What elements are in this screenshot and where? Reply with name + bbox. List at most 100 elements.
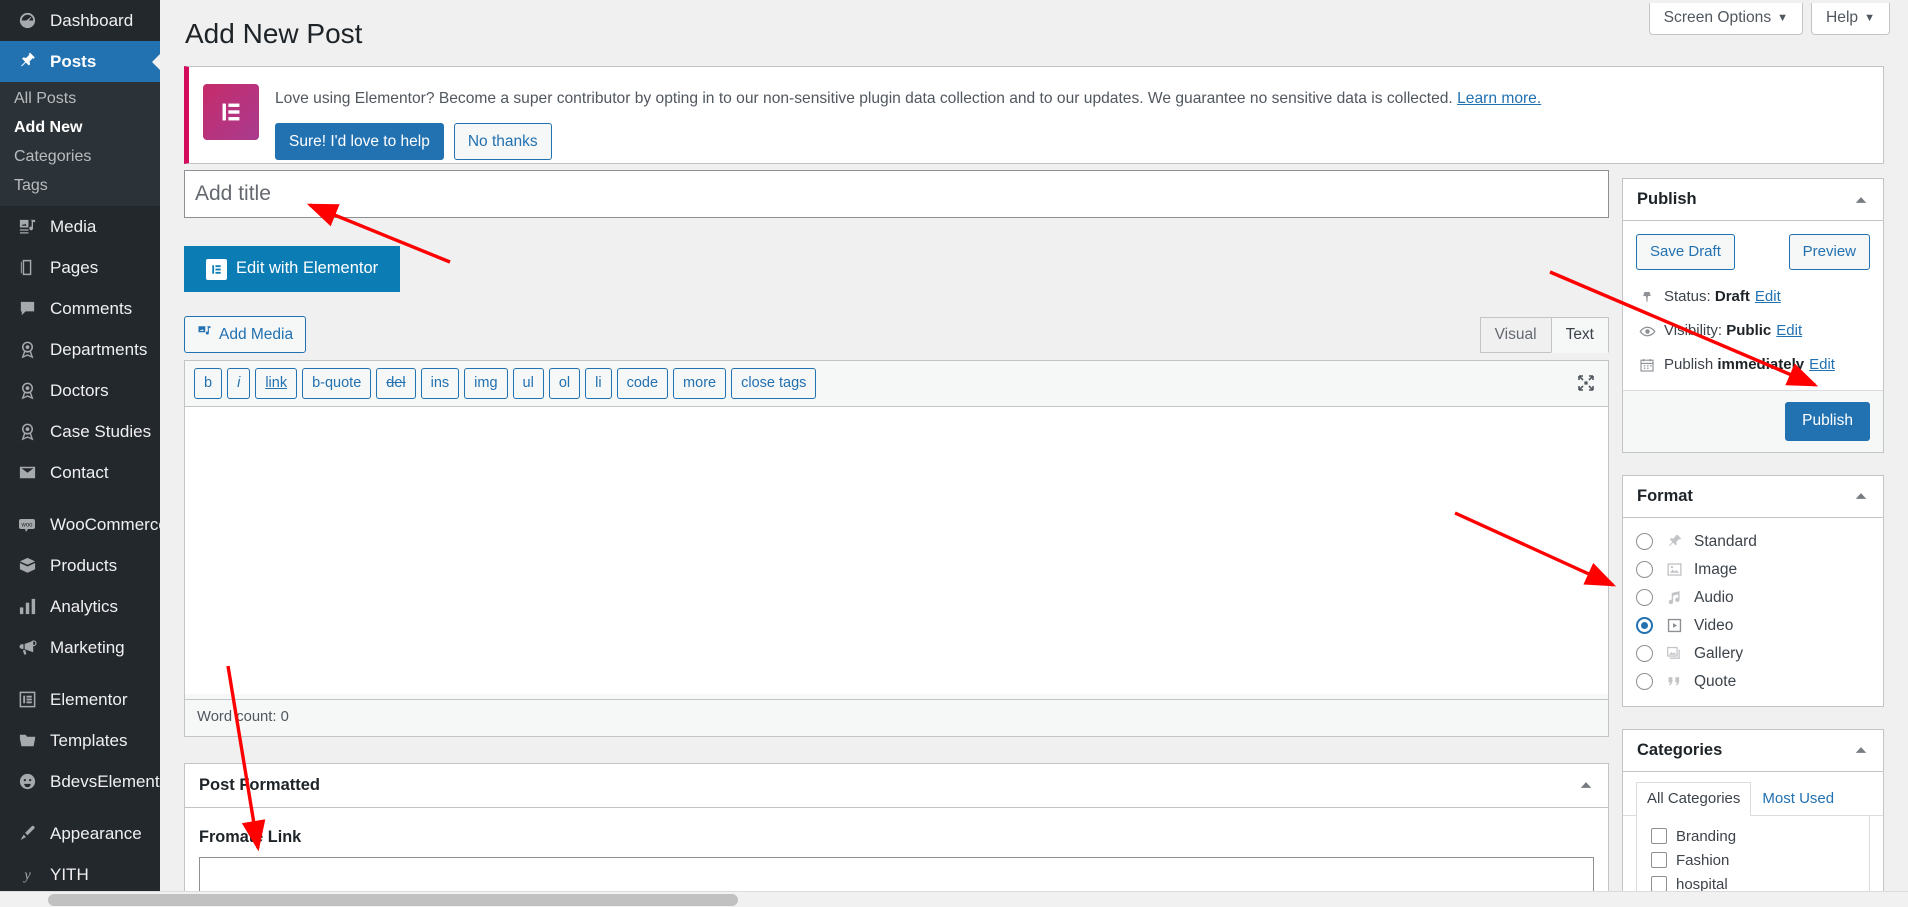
media-icon [197,323,212,346]
edit-with-elementor-button[interactable]: Edit with Elementor [184,246,401,292]
submenu-item-tags[interactable]: Tags [0,171,160,200]
qt-button-close-tags[interactable]: close tags [731,367,817,400]
media-icon [14,214,40,240]
format-option-quote[interactable]: Quote [1623,668,1883,696]
sidebar-item-media[interactable]: Media [0,206,160,247]
help-button[interactable]: Help ▼ [1811,3,1890,36]
qt-button-i[interactable]: i [227,367,251,400]
sidebar-item-departments[interactable]: Departments [0,329,160,370]
tab-visual[interactable]: Visual [1479,316,1552,353]
schedule-edit-link[interactable]: Edit [1809,353,1835,377]
sidebar-item-products[interactable]: Products [0,545,160,586]
add-media-button[interactable]: Add Media [184,315,307,354]
chevron-up-icon[interactable] [1845,734,1877,766]
radio-image[interactable] [1636,561,1653,579]
add-media-label: Add Media [219,325,294,343]
save-draft-button[interactable]: Save Draft [1636,234,1735,270]
post-sidebar-column: Publish Save Draft Preview Status: Draft… [1622,178,1884,907]
qt-button-li[interactable]: li [585,367,612,400]
fullscreen-icon[interactable] [1573,370,1599,396]
submenu-item-categories[interactable]: Categories [0,142,160,171]
format-option-video[interactable]: Video [1623,612,1883,640]
sidebar-item-doctors[interactable]: Doctors [0,370,160,411]
tab-most-used[interactable]: Most Used [1751,782,1845,817]
horizontal-scrollbar[interactable] [0,891,1908,907]
posts-submenu: All Posts Add New Categories Tags [0,82,160,206]
format-metabox: Format Standard Image Audio Video Galler… [1622,474,1884,707]
radio-quote[interactable] [1636,673,1653,691]
post-title-input[interactable] [184,170,1609,219]
sidebar-item-analytics[interactable]: Analytics [0,586,160,627]
sidebar-item-contact[interactable]: Contact [0,452,160,493]
radio-video[interactable] [1636,617,1653,635]
awards-icon [14,337,40,363]
qt-button-b-quote[interactable]: b-quote [302,367,372,400]
sidebar-item-marketing[interactable]: Marketing [0,627,160,668]
sidebar-item-comments[interactable]: Comments [0,288,160,329]
radio-standard[interactable] [1636,533,1653,551]
checkbox-fashion[interactable] [1651,852,1667,869]
submenu-item-all-posts[interactable]: All Posts [0,84,160,113]
audio-note-icon [1664,588,1684,608]
checkbox-hospital[interactable] [1651,876,1667,893]
qt-button-ul[interactable]: ul [512,367,544,400]
sidebar-item-appearance[interactable]: Appearance [0,813,160,854]
qt-button-more[interactable]: more [673,367,727,400]
opt-in-decline-button[interactable]: No thanks [453,122,552,161]
category-label: Branding [1676,827,1737,845]
format-option-standard[interactable]: Standard [1623,528,1883,556]
chevron-up-icon[interactable] [1845,480,1877,512]
sidebar-item-posts[interactable]: Posts [0,41,160,82]
tab-text[interactable]: Text [1550,316,1609,353]
schedule-value: immediately [1717,356,1805,373]
learn-more-link[interactable]: Learn more. [1457,90,1541,107]
screen-options-label: Screen Options [1663,9,1772,26]
opt-in-accept-button[interactable]: Sure! I'd love to help [275,122,444,161]
qt-button-b[interactable]: b [194,367,223,400]
qt-button-ol[interactable]: ol [548,367,581,400]
post-content-textarea[interactable] [185,407,1608,695]
sidebar-item-yith[interactable]: y YITH [0,854,160,895]
qt-button-img[interactable]: img [464,367,508,400]
pin-icon [1636,290,1658,305]
format-option-image[interactable]: Image [1623,556,1883,584]
publish-title: Publish [1637,189,1697,208]
status-edit-link[interactable]: Edit [1755,285,1781,309]
folder-icon [14,728,40,754]
quote-icon [1664,672,1684,692]
qt-button-del[interactable]: del [376,367,416,400]
chevron-up-icon[interactable] [1570,769,1602,801]
elementor-edit-wrap: Edit with Elementor [184,246,1609,292]
format-option-audio[interactable]: Audio [1623,584,1883,612]
radio-gallery[interactable] [1636,645,1653,663]
sidebar-item-templates[interactable]: Templates [0,720,160,761]
sidebar-item-bdevselement[interactable]: BdevsElement [0,761,160,802]
screen-options-button[interactable]: Screen Options ▼ [1648,3,1804,36]
fromate-link-input[interactable] [199,856,1594,894]
format-option-gallery[interactable]: Gallery [1623,640,1883,668]
categories-metabox: Categories All Categories Most Used Bran… [1622,728,1884,907]
visibility-edit-link[interactable]: Edit [1776,319,1802,343]
category-item-fashion[interactable]: Fashion [1637,848,1869,872]
qt-button-code[interactable]: code [616,367,669,400]
checkbox-branding[interactable] [1651,828,1667,845]
submenu-item-add-new[interactable]: Add New [0,113,160,142]
publish-button[interactable]: Publish [1785,402,1870,441]
post-formatted-title: Post Formatted [199,775,321,794]
scrollbar-thumb[interactable] [48,894,738,906]
sidebar-item-dashboard[interactable]: Dashboard [0,0,160,41]
sidebar-item-case-studies[interactable]: Case Studies [0,411,160,452]
qt-button-link[interactable]: link [255,367,298,400]
sidebar-item-pages[interactable]: Pages [0,247,160,288]
preview-button[interactable]: Preview [1788,234,1870,270]
format-label: Standard [1694,533,1757,551]
svg-text:y: y [22,867,31,883]
post-status-row: Status: Draft Edit [1623,280,1883,314]
sidebar-item-woocommerce[interactable]: woo WooCommerce [0,504,160,545]
sidebar-item-elementor[interactable]: Elementor [0,679,160,720]
category-item-branding[interactable]: Branding [1637,824,1869,848]
chevron-up-icon[interactable] [1845,184,1877,216]
radio-audio[interactable] [1636,589,1653,607]
qt-button-ins[interactable]: ins [420,367,460,400]
tab-all-categories[interactable]: All Categories [1636,781,1752,817]
